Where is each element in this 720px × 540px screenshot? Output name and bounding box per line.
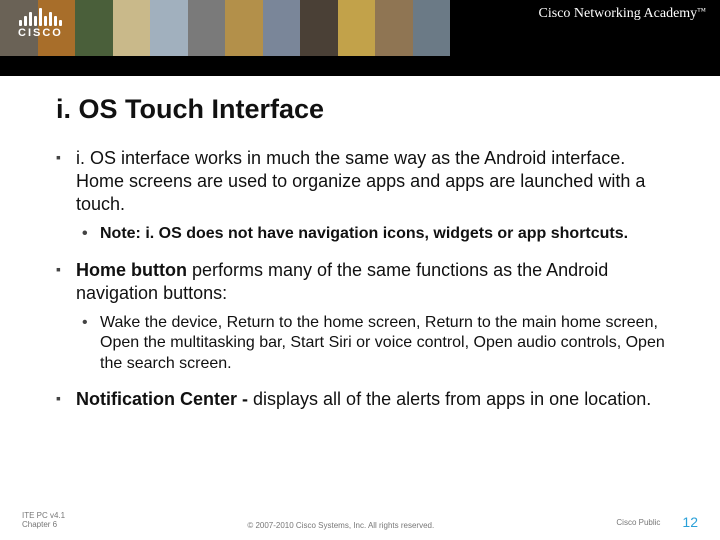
bullet-1-note: Note: i. OS does not have navigation ico…: [80, 224, 672, 244]
bullet-2-lead: Home button: [76, 260, 187, 280]
slide-title: i. OS Touch Interface: [56, 94, 672, 125]
note-post: have navigation icons, widgets or app sh…: [253, 225, 628, 242]
banner-strip: [0, 56, 720, 76]
slide: Cisco Networking Academy™ CISCO i. OS To…: [0, 0, 720, 540]
note-label: Note:: [100, 225, 141, 242]
bullet-1: i. OS interface works in much the same w…: [56, 147, 672, 216]
footer-code: ITE PC v4.1: [22, 511, 65, 521]
footer-left: ITE PC v4.1 Chapter 6: [22, 511, 65, 530]
cisco-logo: CISCO: [18, 6, 63, 39]
content: i. OS Touch Interface i. OS interface wo…: [0, 76, 720, 411]
footer: ITE PC v4.1 Chapter 6 © 2007-2010 Cisco …: [0, 511, 720, 530]
bullet-1-text: i. OS interface works in much the same w…: [76, 148, 645, 214]
banner-bars: [0, 0, 450, 56]
bullet-3-lead: Notification Center -: [76, 389, 253, 409]
bullet-3: Notification Center - displays all of th…: [56, 388, 672, 411]
footer-copyright: © 2007-2010 Cisco Systems, Inc. All righ…: [65, 521, 616, 530]
footer-right: Cisco Public 12: [616, 514, 698, 530]
trademark: ™: [697, 6, 706, 16]
cisco-wordmark: CISCO: [18, 27, 63, 39]
bullet-2-sub: Wake the device, Return to the home scre…: [80, 313, 672, 374]
note-pre: i. OS does: [141, 225, 228, 242]
banner: Cisco Networking Academy™ CISCO: [0, 0, 720, 56]
footer-public: Cisco Public: [616, 518, 660, 527]
page-number: 12: [682, 514, 698, 530]
footer-chapter: Chapter 6: [22, 520, 65, 530]
bullet-3-rest: displays all of the alerts from apps in …: [253, 389, 651, 409]
note-not: not: [228, 225, 253, 242]
academy-label: Cisco Networking Academy™: [450, 0, 720, 56]
academy-text: Cisco Networking Academy: [539, 6, 698, 22]
bullet-2: Home button performs many of the same fu…: [56, 259, 672, 305]
cisco-logo-bars: [19, 6, 62, 26]
bullet-2-sub-text: Wake the device, Return to the home scre…: [100, 314, 665, 372]
